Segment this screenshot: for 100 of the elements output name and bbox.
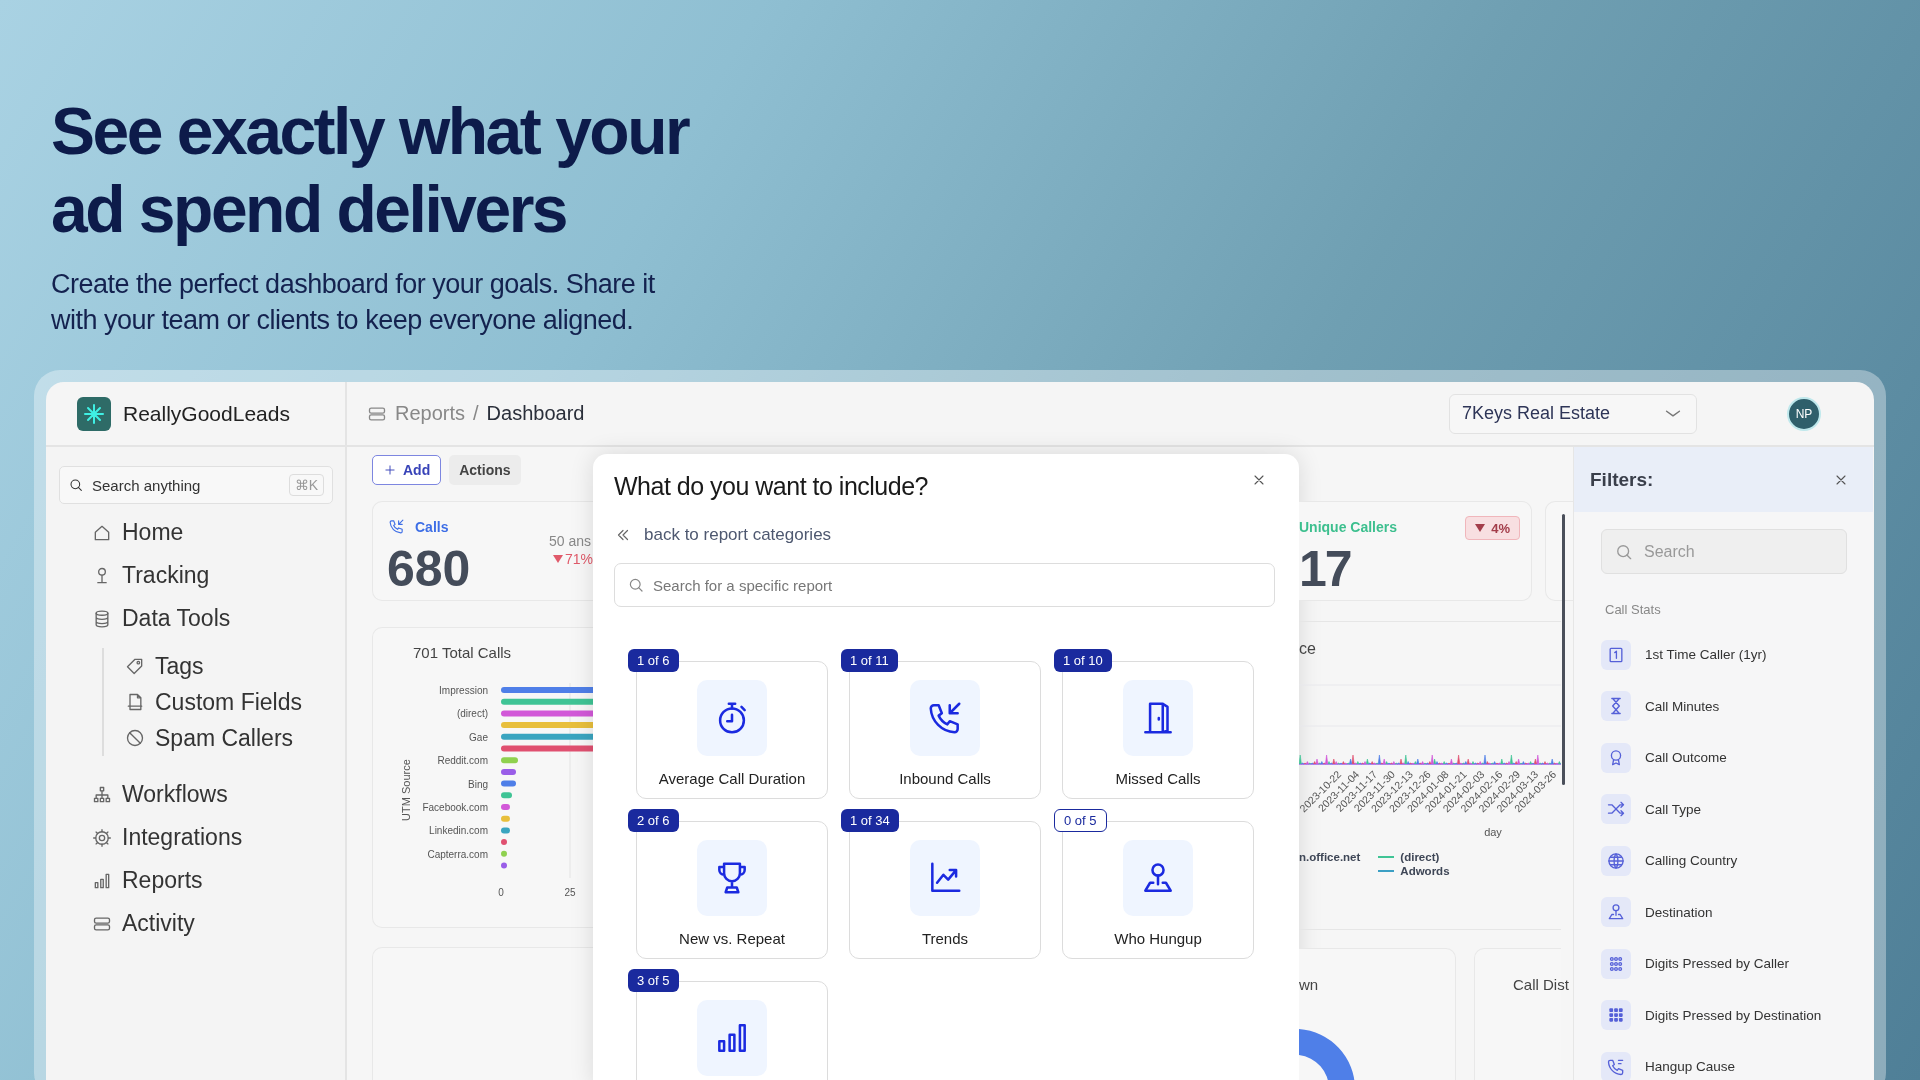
report-label: Average Call Duration <box>658 770 806 787</box>
filter-item[interactable]: Digits Pressed by Caller <box>1601 938 1873 990</box>
tag-icon <box>125 656 145 676</box>
report-label: Who Hungup <box>1114 930 1202 947</box>
donut-chart-drawing <box>1299 1029 1355 1080</box>
stat-detail: 50 ans <box>549 533 592 549</box>
logo-icon <box>77 396 111 431</box>
report-label: New vs. Repeat <box>679 930 785 947</box>
settings-icon <box>92 827 112 848</box>
axis-label: Reddit.com <box>437 755 488 767</box>
chart-title: ce <box>1299 640 1316 658</box>
count-badge: 1 of 10 <box>1054 649 1112 672</box>
filter-item[interactable]: Call Minutes <box>1601 680 1873 732</box>
axis-label: Facebook.com <box>422 802 488 813</box>
nav-item[interactable]: Workflows <box>59 773 333 816</box>
card-title: wn <box>1299 976 1319 993</box>
axis-tick: 0 <box>498 887 504 898</box>
count-badge: 1 of 6 <box>628 649 679 672</box>
nav-item[interactable]: Tracking <box>59 554 333 597</box>
shortcut-hint: ⌘K <box>288 474 324 496</box>
modal-title: What do you want to include? <box>614 472 928 501</box>
chart-title: 701 Total Calls <box>413 644 512 661</box>
bar <box>501 804 510 810</box>
axis-label: Linkedin.com <box>429 825 488 837</box>
search-icon <box>68 477 84 493</box>
nav-item[interactable]: Data Tools <box>59 597 333 640</box>
stat-value: 680 <box>387 540 471 598</box>
filter-item[interactable]: Destination <box>1601 886 1873 938</box>
axis-tick: 25 <box>564 887 576 898</box>
filter-item[interactable]: Call Outcome <box>1601 732 1873 784</box>
stat-value: 17 <box>1299 540 1351 598</box>
search-field[interactable]: Search for a specific report <box>614 563 1275 607</box>
bar <box>501 839 507 846</box>
count-badge: 0 of 5 <box>1054 809 1107 832</box>
caret-down-icon <box>553 555 563 563</box>
report-label: Trends <box>921 930 969 947</box>
axis-label: (direct) <box>456 708 488 720</box>
bar <box>501 827 510 834</box>
hierarchy-icon <box>92 784 112 805</box>
subtitle: with your team or clients to keep everyone aligned. <box>51 304 634 337</box>
nav-item[interactable]: Activity <box>59 902 333 945</box>
nav-item[interactable]: Reports <box>59 859 333 902</box>
bar <box>501 792 512 799</box>
back-link[interactable]: back to report categories <box>644 525 832 545</box>
count-badge: 3 of 5 <box>628 969 679 992</box>
plus-icon <box>383 463 397 477</box>
bar <box>501 862 507 869</box>
breadcrumb-current: Dashboard <box>486 402 585 425</box>
bar <box>501 768 516 775</box>
legend-item: Adwords <box>1378 865 1450 877</box>
nav-item[interactable]: Tags <box>125 648 333 684</box>
avatar[interactable]: NP <box>1787 396 1821 431</box>
bar <box>501 815 510 822</box>
ban-icon <box>125 728 145 748</box>
document-icon <box>125 692 145 712</box>
axis-title: day <box>1484 826 1502 838</box>
filter-item[interactable]: 1st Time Caller (1yr) <box>1601 629 1873 681</box>
bar <box>501 780 516 787</box>
stat-label: Calls <box>415 518 449 535</box>
account-select[interactable]: 7Keys Real Estate <box>1449 393 1697 434</box>
nav-item[interactable]: Custom Fields <box>125 684 333 720</box>
brand-name: ReallyGoodLeads <box>123 401 290 426</box>
subtitle: Create the perfect dashboard for your goals. Share it <box>51 268 655 301</box>
legend-item: (direct) <box>1378 851 1450 863</box>
axis-label: Impression <box>439 685 488 696</box>
add-button[interactable]: Add <box>372 455 442 485</box>
axis-title: UTM Source <box>400 759 412 821</box>
filter-item[interactable]: Call Type <box>1601 783 1873 835</box>
card-title: Call Dist <box>1513 976 1569 993</box>
axis-label: Bing <box>468 778 488 790</box>
search-icon <box>627 576 645 594</box>
scrollbar[interactable] <box>1562 514 1565 785</box>
bar <box>501 850 507 857</box>
nav-item[interactable]: Spam Callers <box>125 720 333 756</box>
axis-label: Gae <box>469 731 488 743</box>
report-label: Missed Calls <box>1115 770 1201 787</box>
panel-title: Filters: <box>1590 468 1654 491</box>
headline: ad spend delivers <box>51 171 567 248</box>
caret-down-icon <box>1475 524 1486 532</box>
axis-label: Capterra.com <box>427 848 488 860</box>
stat-label: Unique Callers <box>1299 519 1398 535</box>
legend-item: n.office.net <box>1299 851 1361 863</box>
nav-item[interactable]: Home <box>59 511 333 554</box>
filter-item[interactable]: Calling Country <box>1601 835 1873 887</box>
search-field[interactable]: Search anything ⌘K <box>59 466 333 504</box>
change-percent: 71% <box>565 551 593 567</box>
breadcrumb-separator: / <box>473 402 479 425</box>
actions-button[interactable]: Actions <box>449 455 521 485</box>
filter-item[interactable]: Digits Pressed by Destination <box>1601 989 1873 1041</box>
globe-icon <box>1606 850 1626 871</box>
phone-icon <box>388 518 405 535</box>
bar <box>501 757 518 764</box>
count-badge: 1 of 11 <box>841 649 898 672</box>
report-label: Inbound Calls <box>899 770 991 787</box>
group-heading: Call Stats <box>1605 602 1662 617</box>
nav-item[interactable]: Integrations <box>59 816 333 859</box>
change-badge: 4% <box>1465 516 1520 540</box>
headline: See exactly what your <box>51 93 689 170</box>
count-badge: 2 of 6 <box>628 809 679 832</box>
filter-item[interactable]: Hangup Cause <box>1601 1041 1873 1080</box>
